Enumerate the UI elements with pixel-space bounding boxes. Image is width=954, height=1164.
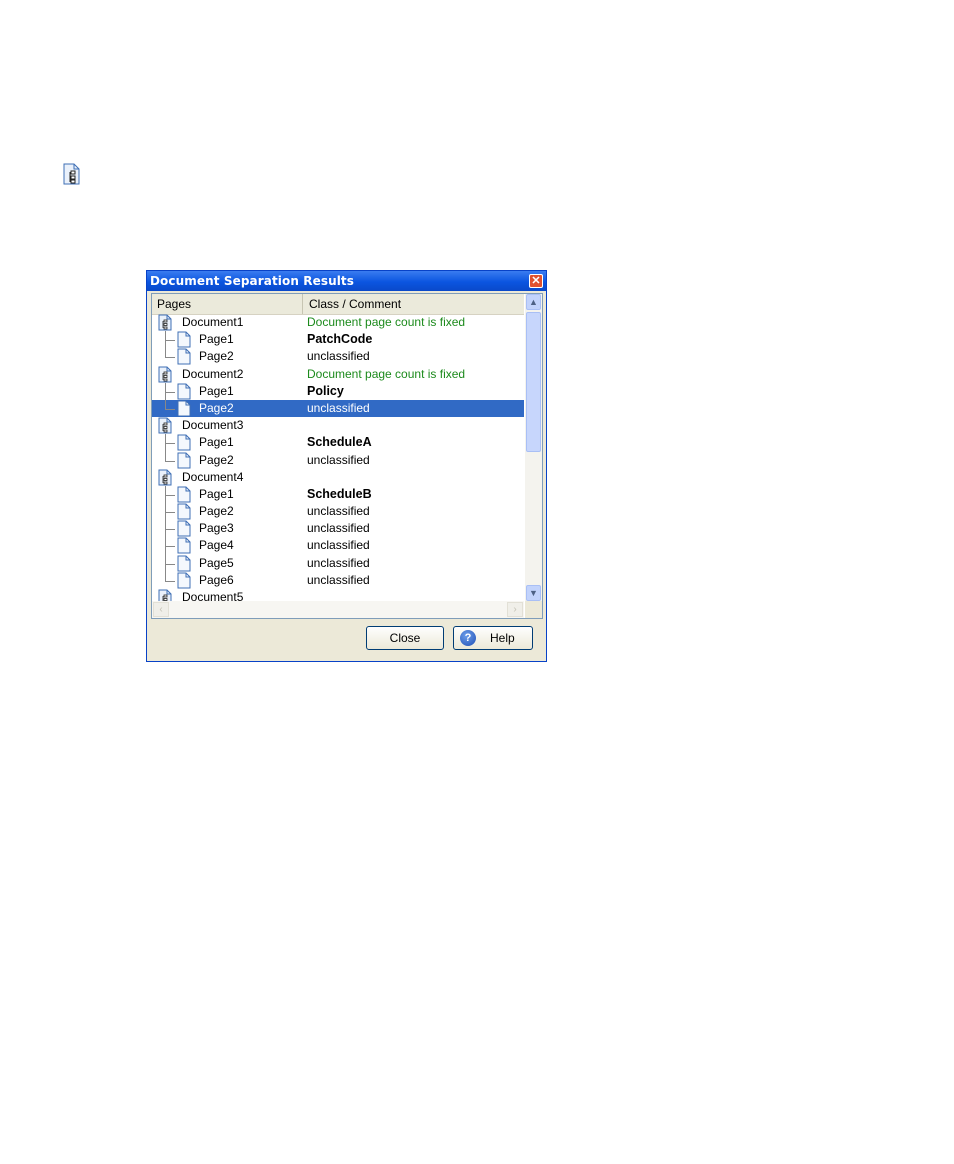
vertical-scrollbar[interactable]: ▲ ▼ [525, 294, 542, 601]
help-button[interactable]: ? Help [453, 626, 533, 650]
tree-item-label: Page1 [199, 486, 234, 501]
tree-page-row[interactable]: Page2 unclassified [152, 451, 524, 469]
tree-page-row[interactable]: Page2 unclassified [152, 399, 524, 418]
page-icon [176, 486, 192, 503]
page-icon [176, 383, 192, 400]
page-icon [176, 434, 192, 451]
page-icon [176, 348, 192, 365]
tree-line [165, 340, 175, 342]
tree-page-row[interactable]: Page6 unclassified [152, 571, 524, 589]
tree-line [165, 460, 175, 462]
document-tree-icon [158, 589, 174, 601]
tree-page-row[interactable]: Page3 unclassified [152, 520, 524, 538]
tree-item-label: Document4 [182, 469, 244, 484]
scroll-thumb[interactable] [526, 312, 541, 452]
class-comment-cell: unclassified [307, 504, 370, 519]
tree-item-label: Page2 [199, 349, 234, 364]
class-comment-cell: Document page count is fixed [307, 315, 466, 329]
tree-item-label: Document2 [182, 366, 244, 381]
tree-item-label: Page2 [199, 400, 234, 415]
tree-item-label: Page1 [199, 332, 234, 347]
page-icon [176, 555, 192, 572]
horizontal-scrollbar[interactable]: ‹ › [152, 601, 524, 618]
tree-item-label: Document5 [182, 590, 244, 601]
tree-item-label: Page6 [199, 572, 234, 587]
class-comment-cell: Document page count is fixed [307, 366, 466, 381]
class-comment-cell: unclassified [307, 452, 370, 467]
class-comment-cell: PatchCode [307, 332, 373, 347]
scroll-right-icon[interactable]: › [507, 602, 523, 617]
document-tree-icon [62, 163, 82, 185]
class-comment-cell: unclassified [307, 572, 370, 587]
tree-line [165, 546, 175, 548]
tree-item-label: Page1 [199, 383, 234, 398]
tree-line [165, 563, 175, 565]
help-icon: ? [460, 630, 476, 646]
class-comment-cell: unclassified [307, 349, 370, 364]
scroll-up-icon[interactable]: ▲ [526, 294, 541, 310]
help-button-label: Help [490, 631, 515, 645]
tree-document-row[interactable]: Document1 Document page count is fixed [152, 314, 524, 331]
column-header-pages[interactable]: Pages [157, 297, 191, 311]
tree-page-row[interactable]: Page1 ScheduleB [152, 485, 524, 504]
tree-item-label: Document1 [182, 315, 244, 329]
close-icon[interactable]: ✕ [529, 274, 543, 288]
tree-item-label: Page1 [199, 435, 234, 450]
tree-line [165, 357, 175, 359]
document-tree-icon [158, 469, 174, 486]
document-tree-icon [158, 366, 174, 383]
page-icon [176, 331, 192, 348]
tree-page-row[interactable]: Page2 unclassified [152, 348, 524, 365]
tree-item-label: Page4 [199, 538, 234, 553]
tree-document-row[interactable]: Document5 [152, 589, 524, 601]
column-header-class-comment[interactable]: Class / Comment [302, 294, 401, 314]
list-header: Pages Class / Comment [152, 294, 524, 315]
tree-page-row[interactable]: Page1 ScheduleA [152, 434, 524, 452]
page-icon [176, 572, 192, 589]
tree-item-label: Page3 [199, 521, 234, 536]
tree-item-label: Page5 [199, 555, 234, 570]
class-comment-cell: unclassified [307, 555, 370, 570]
results-list[interactable]: Pages Class / Comment Document1 Document … [151, 293, 543, 619]
tree-page-row[interactable]: Page4 unclassified [152, 537, 524, 555]
class-comment-cell: unclassified [307, 521, 370, 536]
tree-line [165, 494, 175, 496]
class-comment-cell: unclassified [307, 400, 370, 415]
tree-item-label: Page2 [199, 504, 234, 519]
close-button[interactable]: Close [366, 626, 444, 650]
list-rows: Document1 Document page count is fixed Pag… [152, 314, 524, 601]
class-comment-cell: ScheduleA [307, 435, 372, 450]
page-icon [176, 452, 192, 469]
tree-document-row[interactable]: Document2 Document page count is fixed [152, 366, 524, 383]
scroll-down-icon[interactable]: ▼ [526, 585, 541, 601]
tree-page-row[interactable]: Page1 Policy [152, 382, 524, 400]
scroll-left-icon[interactable]: ‹ [153, 602, 169, 617]
title-bar[interactable]: Document Separation Results ✕ [147, 271, 546, 291]
tree-line [165, 529, 175, 531]
tree-line [165, 391, 175, 393]
page-icon [176, 537, 192, 554]
tree-item-label: Page2 [199, 452, 234, 467]
class-comment-cell: unclassified [307, 538, 370, 553]
tree-line [165, 512, 175, 514]
document-separation-dialog: Document Separation Results ✕ Pages Clas… [146, 270, 547, 662]
page-icon [176, 400, 192, 417]
page-icon [176, 503, 192, 520]
scroll-corner [525, 601, 542, 618]
tree-document-row[interactable]: Document3 [152, 417, 524, 434]
tree-page-row[interactable]: Page2 unclassified [152, 503, 524, 521]
class-comment-cell: Policy [307, 383, 344, 398]
tree-item-label: Document3 [182, 418, 244, 433]
page-icon [176, 520, 192, 537]
document-tree-icon [158, 417, 174, 434]
tree-line [165, 580, 175, 582]
tree-line [165, 443, 175, 445]
tree-line [165, 408, 175, 410]
dialog-title: Document Separation Results [150, 274, 355, 288]
tree-document-row[interactable]: Document4 [152, 469, 524, 486]
class-comment-cell: ScheduleB [307, 486, 372, 501]
tree-page-row[interactable]: Page1 PatchCode [152, 331, 524, 349]
tree-page-row[interactable]: Page5 unclassified [152, 554, 524, 572]
document-tree-icon [158, 314, 174, 331]
